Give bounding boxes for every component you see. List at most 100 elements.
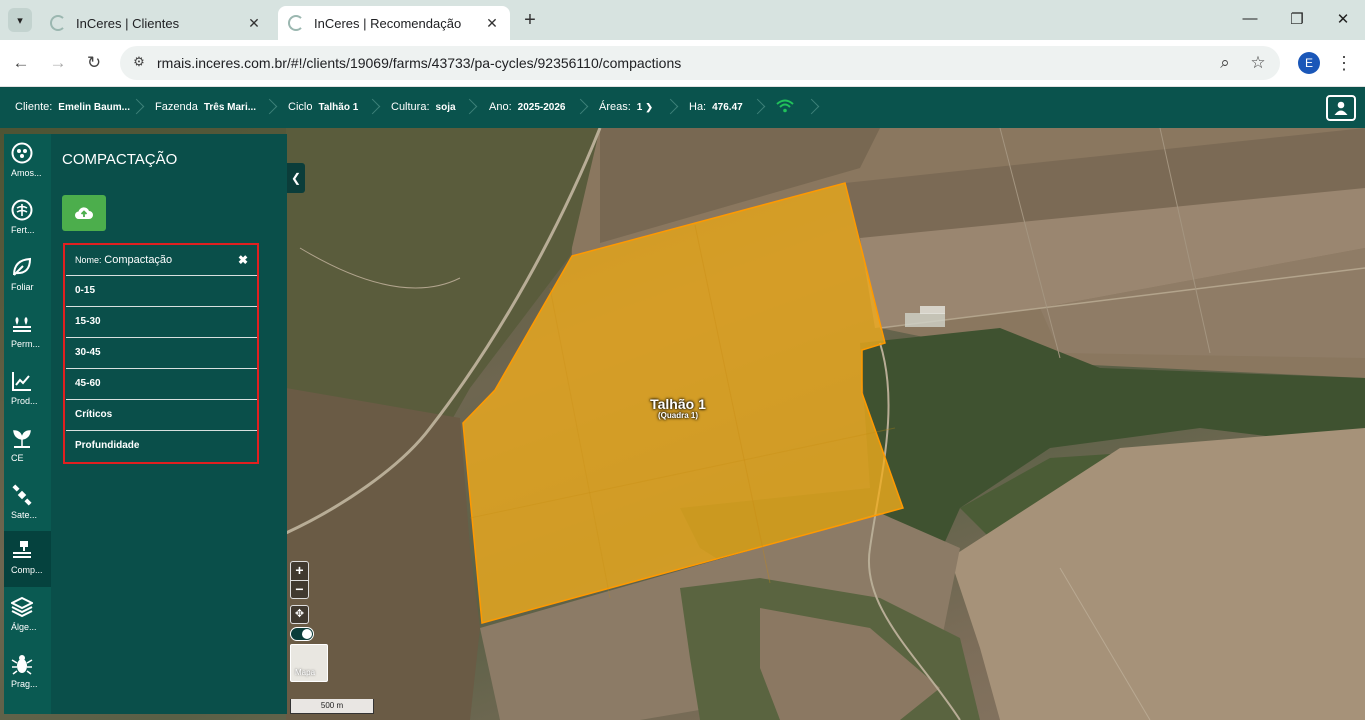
inceres-favicon-icon xyxy=(50,15,66,31)
crumb-areas-dropdown[interactable]: Áreas: 1 ❯ xyxy=(599,101,653,113)
sidebar-item-label: Comp... xyxy=(11,565,43,575)
sidebar-item-satelite[interactable]: Sate... xyxy=(4,476,51,532)
window-close-icon[interactable]: ✕ xyxy=(1333,10,1353,28)
minimize-icon[interactable]: — xyxy=(1240,10,1260,27)
tab-title: InCeres | Clientes xyxy=(76,15,180,31)
breadcrumb-chevron-icon xyxy=(464,98,474,118)
browser-menu-icon[interactable]: ⋮ xyxy=(1334,52,1354,74)
inceres-favicon-icon xyxy=(288,15,304,31)
zoom-control: + − xyxy=(290,561,309,599)
new-tab-button[interactable]: + xyxy=(520,10,540,30)
map-type-label: Mapa xyxy=(295,668,316,677)
map-layer-toggle[interactable] xyxy=(290,627,314,641)
sidebar-item-produtividade[interactable]: Prod... xyxy=(4,362,51,418)
breadcrumb-chevron-icon xyxy=(665,98,675,118)
breadcrumb-chevron-icon xyxy=(367,98,377,118)
tab-title: InCeres | Recomendação xyxy=(314,15,462,31)
bookmark-star-icon[interactable]: ☆ xyxy=(1248,53,1268,73)
sidebar-item-algebra[interactable]: Álge... xyxy=(4,588,51,644)
browser-tab-bar: ▾ InCeres | Clientes ✕ InCeres | Recomen… xyxy=(0,0,1365,40)
breadcrumb-chevron-icon xyxy=(752,98,762,118)
forward-arrow-icon[interactable]: → xyxy=(47,52,69,74)
layer-item-30-45[interactable]: 30-45 xyxy=(66,338,257,369)
chevron-down-icon: ❯ xyxy=(645,102,653,112)
layer-item-criticos[interactable]: Críticos xyxy=(66,400,257,431)
sidebar-item-pragas[interactable]: Prag... xyxy=(4,645,51,701)
close-icon[interactable]: ✕ xyxy=(484,15,500,32)
pan-move-icon[interactable]: ✥ xyxy=(290,605,309,624)
map-scale-bar: 500 m xyxy=(290,699,374,714)
module-sidebar: Amos... Fert... Foliar Perm... Prod... C… xyxy=(4,134,51,714)
productivity-chart-icon xyxy=(12,372,31,391)
leaf-icon xyxy=(13,257,32,276)
breadcrumb-chevron-icon xyxy=(264,98,274,118)
crumb-ha: Ha: 476.47 xyxy=(689,101,743,113)
url-text[interactable]: rmais.inceres.com.br/#!/clients/19069/fa… xyxy=(157,55,681,71)
sidebar-item-label: Perm... xyxy=(11,339,41,349)
layer-item-profundidade[interactable]: Profundidade xyxy=(66,431,257,462)
wifi-online-icon xyxy=(776,99,794,113)
field-subname: (Quadra 1) xyxy=(657,411,698,420)
remove-icon[interactable]: ✖ xyxy=(238,245,248,275)
breadcrumb-chevron-icon xyxy=(131,98,141,118)
breadcrumb-chevron-icon xyxy=(806,98,816,118)
sidebar-item-label: Prod... xyxy=(11,396,38,406)
app-header-breadcrumb: Cliente: Emelin Baum... Fazenda Três Mari.… xyxy=(0,88,1365,128)
crumb-fazenda[interactable]: Fazenda Três Mari... xyxy=(155,101,256,113)
reload-icon[interactable]: ↻ xyxy=(83,52,105,74)
crumb-ciclo[interactable]: Ciclo Talhão 1 xyxy=(288,101,358,113)
user-icon xyxy=(1334,101,1348,115)
sidebar-item-label: Prag... xyxy=(11,679,38,689)
sidebar-item-permanentes[interactable]: Perm... xyxy=(4,305,51,361)
sidebar-item-label: Amos... xyxy=(11,168,42,178)
sidebar-item-label: Fert... xyxy=(11,225,35,235)
field-label[interactable]: Talhão 1 (Quadra 1) xyxy=(620,396,736,420)
sidebar-item-label: Álge... xyxy=(11,622,37,632)
sidebar-item-foliar[interactable]: Foliar xyxy=(4,248,51,304)
layer-item-0-15[interactable]: 0-15 xyxy=(66,276,257,307)
user-account-button[interactable] xyxy=(1326,95,1356,121)
crumb-cliente[interactable]: Cliente: Emelin Baum... xyxy=(15,101,130,113)
sidebar-item-ce[interactable]: CE xyxy=(4,419,51,475)
sidebar-item-label: Sate... xyxy=(11,510,38,520)
layer-item-45-60[interactable]: 45-60 xyxy=(66,369,257,400)
layer-item-15-30[interactable]: 15-30 xyxy=(66,307,257,338)
sidebar-item-fertilidade[interactable]: Fert... xyxy=(4,191,51,247)
zoom-magnifier-icon[interactable]: ⌕ xyxy=(1215,53,1235,73)
compaction-icon xyxy=(13,541,31,558)
browser-toolbar: ← → ↻ ⚙ rmais.inceres.com.br/#!/clients/… xyxy=(0,40,1365,87)
zoom-out-button[interactable]: − xyxy=(291,580,308,598)
ce-plant-icon xyxy=(13,430,31,448)
back-arrow-icon[interactable]: ← xyxy=(10,52,32,74)
map-type-switcher[interactable]: Mapa xyxy=(290,644,328,682)
sidebar-item-label: Foliar xyxy=(11,282,34,292)
restore-icon[interactable]: ❐ xyxy=(1287,10,1307,28)
profile-avatar[interactable]: E xyxy=(1298,52,1320,74)
browser-tab-clientes[interactable]: InCeres | Clientes ✕ xyxy=(40,6,272,40)
sidebar-item-label: CE xyxy=(11,453,24,463)
close-icon[interactable]: ✕ xyxy=(246,15,262,32)
cloud-upload-icon xyxy=(74,207,93,220)
pest-bug-icon xyxy=(11,655,33,675)
field-name: Talhão 1 xyxy=(650,396,706,412)
crumb-ano[interactable]: Ano: 2025-2026 xyxy=(489,101,565,113)
layers-icon xyxy=(11,596,33,618)
browser-tab-recomendacao[interactable]: InCeres | Recomendação ✕ xyxy=(278,6,510,40)
crumb-cultura[interactable]: Cultura: soja xyxy=(391,101,456,113)
panel-title: COMPACTAÇÃO xyxy=(62,151,178,168)
compaction-panel: COMPACTAÇÃO Nome: Compactação ✖ 0-15 15-… xyxy=(51,134,287,714)
zoom-in-button[interactable]: + xyxy=(291,562,308,580)
sampling-icon xyxy=(11,142,33,164)
site-settings-icon[interactable]: ⚙ xyxy=(130,54,148,72)
sidebar-item-compactacao[interactable]: Comp... xyxy=(4,531,51,587)
permanent-crop-icon xyxy=(13,317,31,332)
fertility-icon xyxy=(11,199,33,221)
sidebar-item-amostragem[interactable]: Amos... xyxy=(4,134,51,190)
compaction-layer-list: Nome: Compactação ✖ 0-15 15-30 30-45 45-… xyxy=(63,243,259,464)
upload-button[interactable] xyxy=(62,195,106,231)
address-bar[interactable]: ⚙ rmais.inceres.com.br/#!/clients/19069/… xyxy=(120,46,1280,80)
satellite-icon xyxy=(12,484,32,506)
tab-search-button[interactable]: ▾ xyxy=(8,8,32,32)
compaction-name-row[interactable]: Nome: Compactação ✖ xyxy=(66,245,257,276)
collapse-panel-chevron-icon[interactable]: ❮ xyxy=(287,163,305,193)
